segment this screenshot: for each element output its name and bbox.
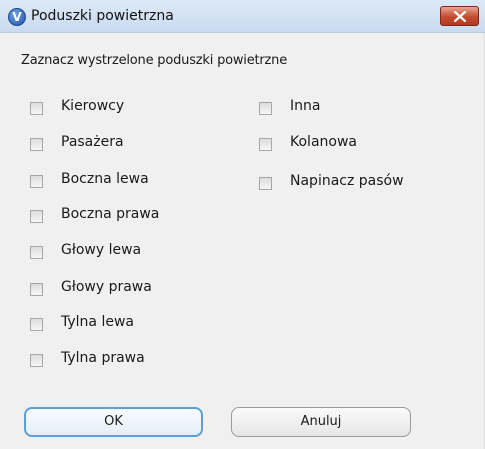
airbags-dialog: V Poduszki powietrzna Zaznacz wystrzelon… (0, 0, 485, 449)
checkbox-box[interactable] (259, 102, 272, 115)
checkbox-box[interactable] (30, 318, 43, 331)
checkbox-label: Inna (290, 98, 321, 114)
cancel-button[interactable]: Anuluj (231, 407, 411, 437)
checkbox-label: Napinacz pasów (290, 173, 404, 189)
checkbox-box[interactable] (259, 138, 272, 151)
instruction-text: Zaznacz wystrzelone poduszki powietrzne (21, 53, 288, 68)
close-x-icon (454, 11, 466, 22)
title-bar[interactable]: V Poduszki powietrzna (0, 0, 485, 33)
v-logo-icon: V (8, 8, 26, 26)
checkbox-label: Pasażera (61, 134, 124, 150)
checkbox-box[interactable] (30, 210, 43, 223)
checkbox-box[interactable] (30, 102, 43, 115)
checkbox-label: Głowy prawa (61, 279, 152, 295)
window-title: Poduszki powietrzna (31, 8, 174, 24)
checkbox-label: Kierowcy (61, 98, 125, 114)
ok-button[interactable]: OK (24, 407, 203, 437)
checkbox-box[interactable] (30, 246, 43, 259)
checkbox-box[interactable] (30, 175, 43, 188)
checkbox-label: Tylna lewa (61, 314, 134, 330)
checkbox-label: Tylna prawa (61, 350, 145, 366)
checkbox-label: Kolanowa (290, 134, 357, 150)
checkbox-label: Boczna lewa (61, 171, 149, 187)
close-button[interactable] (440, 6, 479, 26)
checkbox-box[interactable] (30, 138, 43, 151)
checkbox-label: Głowy lewa (61, 242, 142, 258)
checkbox-label: Boczna prawa (61, 206, 160, 222)
checkbox-box[interactable] (30, 354, 43, 367)
checkbox-box[interactable] (259, 177, 272, 190)
checkbox-box[interactable] (30, 283, 43, 296)
